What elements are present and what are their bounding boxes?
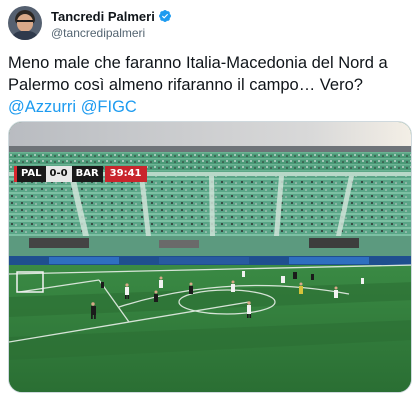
tweet-mentions: @Azzurri @FIGC — [8, 96, 412, 118]
away-team-label: BAR — [71, 166, 103, 182]
tweet-text-line: Meno male che faranno Italia-Macedonia d… — [8, 54, 388, 72]
mention-link[interactable]: @Azzurri — [8, 98, 76, 116]
author-handle[interactable]: @tancredipalmeri — [51, 26, 172, 40]
score-label: 0-0 — [45, 166, 72, 182]
tweet-header: Tancredi Palmeri @tancredipalmeri — [8, 6, 408, 42]
match-clock: 39:41 — [104, 166, 147, 182]
mention-link[interactable]: @FIGC — [81, 98, 137, 116]
tweet[interactable]: Tancredi Palmeri @tancredipalmeri Meno m… — [0, 0, 417, 400]
tweet-media-image[interactable]: PAL 0-0 BAR 39:41 — [8, 121, 412, 393]
tweet-text-line: Palermo così almeno rifaranno il campo… … — [8, 76, 363, 94]
scoreboard: PAL 0-0 BAR 39:41 — [14, 166, 147, 182]
avatar[interactable] — [8, 6, 42, 40]
verified-badge-icon — [158, 9, 172, 23]
author-names: Tancredi Palmeri @tancredipalmeri — [51, 8, 172, 40]
tweet-text: Meno male che faranno Italia-Macedonia d… — [8, 52, 412, 118]
home-team-label: PAL — [17, 166, 46, 182]
stadium-photo — [9, 122, 411, 392]
author-display-name[interactable]: Tancredi Palmeri — [51, 9, 155, 24]
